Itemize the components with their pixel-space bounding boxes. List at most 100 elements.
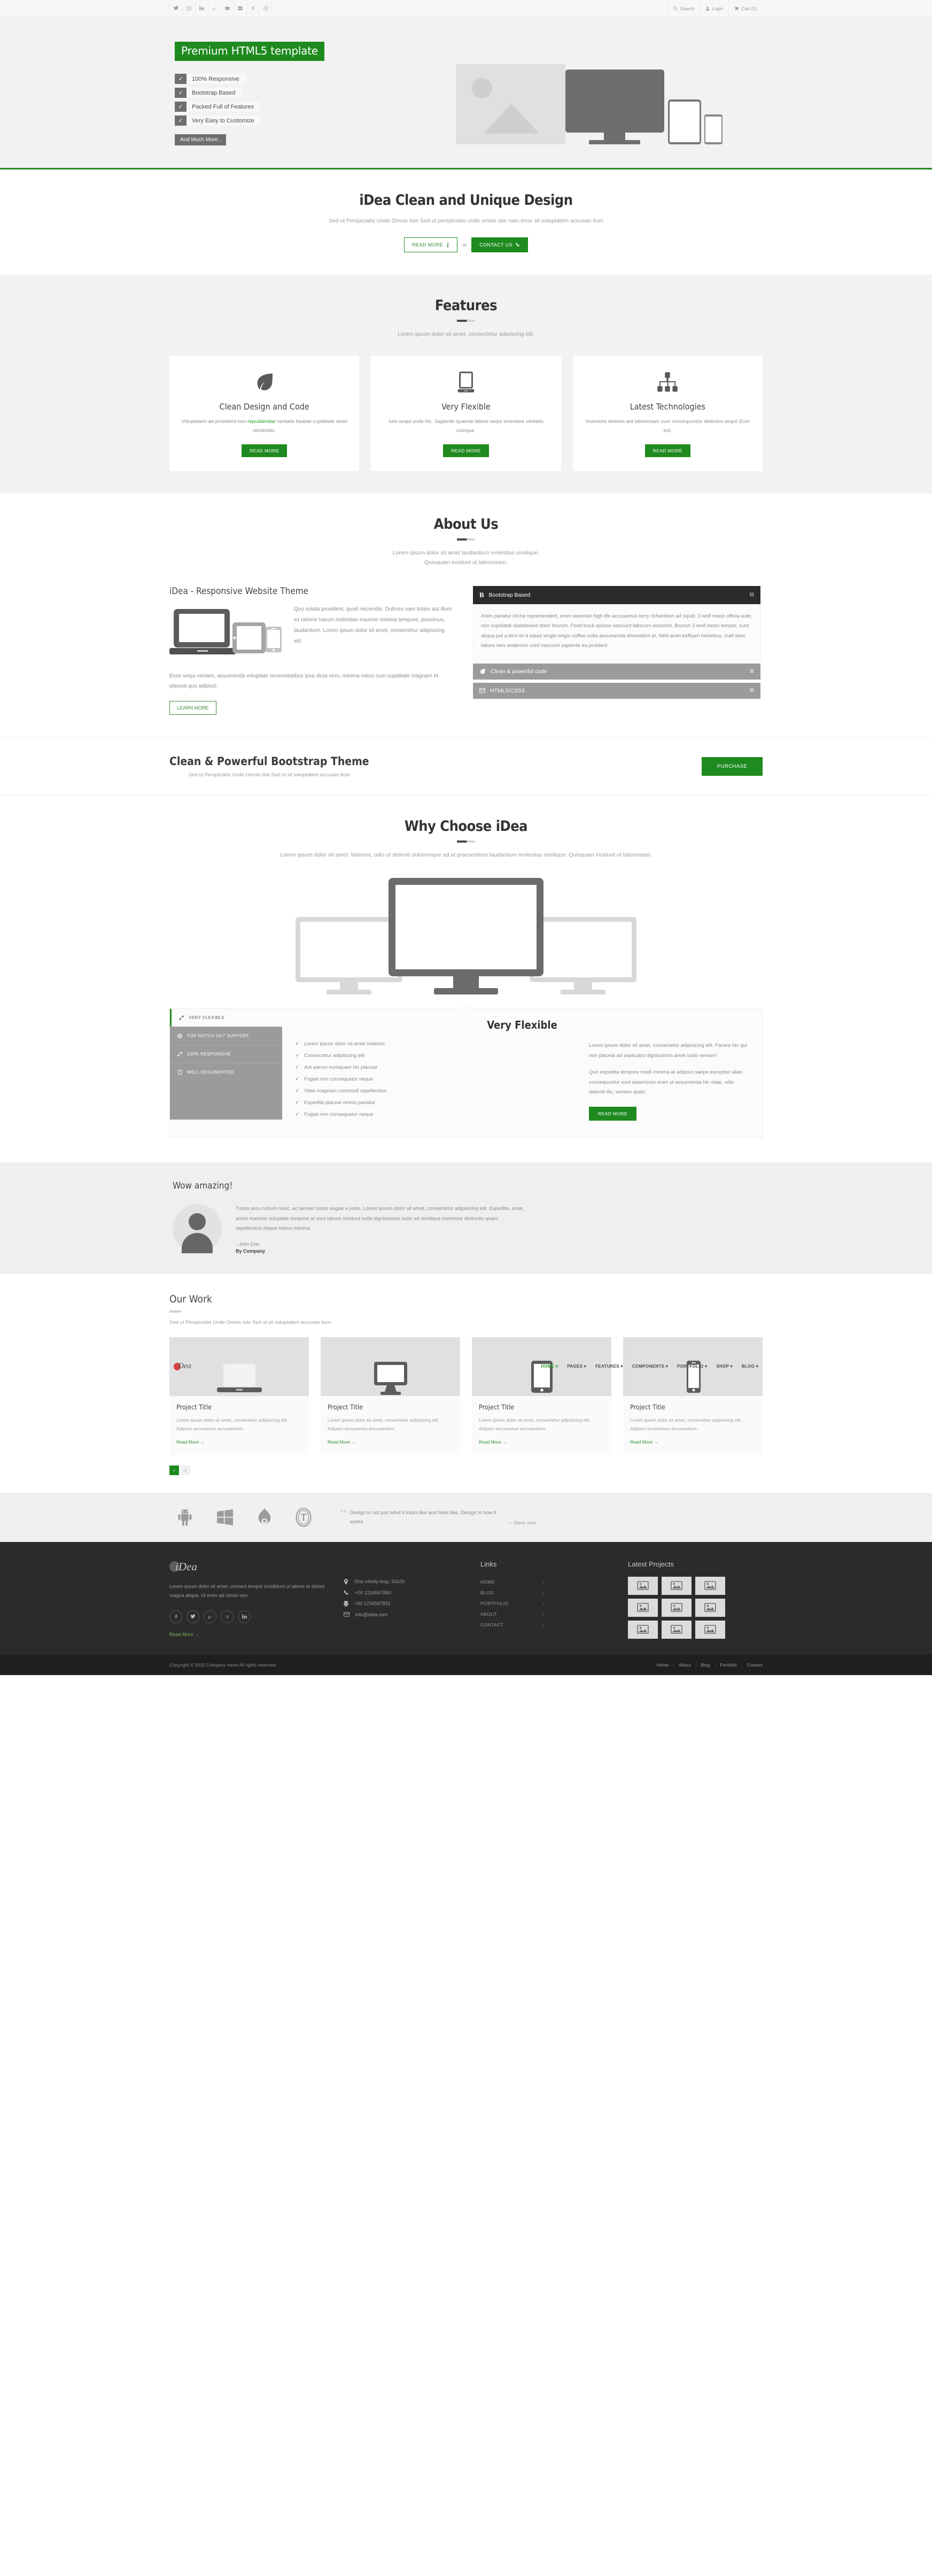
chevron-right-icon: › — [542, 1622, 545, 1628]
about-subtitle: Lorem ipsum dolor sit amet laudantium mo… — [392, 549, 540, 566]
flickr-icon[interactable] — [234, 0, 246, 17]
twitter-icon[interactable] — [187, 1610, 199, 1623]
tab-very-flexible[interactable]: VERY FLEXIBLE — [170, 1009, 282, 1027]
pager-prev-button[interactable]: ‹ — [169, 1465, 179, 1475]
skype-icon[interactable]: S — [221, 1610, 234, 1623]
footer-nav-about[interactable]: About — [674, 1662, 696, 1668]
google-plus-icon[interactable]: g+ — [208, 0, 221, 17]
project-card[interactable]: Project Title Lorem ipsum dolor sit amet… — [623, 1337, 763, 1455]
intro-subtitle: Sed ut Perspiciatis Unde Omnis Iste Sed … — [328, 218, 604, 224]
tab-paragraph-2: Quo expedita tempore modi minima at adip… — [589, 1069, 743, 1096]
footer-project-thumbnail[interactable] — [628, 1598, 658, 1617]
footer-project-thumbnail[interactable] — [662, 1598, 692, 1617]
accordion-label: Clean & powerful code — [491, 668, 547, 675]
footer-project-thumbnail[interactable] — [695, 1598, 725, 1617]
footer-link-blog[interactable]: BLOG › — [480, 1587, 545, 1598]
linkedin-icon[interactable] — [238, 1610, 251, 1623]
facebook-icon[interactable] — [169, 1610, 182, 1623]
learn-more-button[interactable]: LEARN MORE — [169, 700, 216, 715]
footer-project-thumbnail[interactable] — [628, 1576, 658, 1595]
footer-nav-home[interactable]: Home — [652, 1662, 674, 1668]
accordion-header-html5[interactable]: HTML5/CSS3 ⊞ — [473, 682, 760, 699]
youtube-icon[interactable] — [221, 0, 234, 17]
expand-icon[interactable]: ⊞ — [750, 688, 754, 693]
footer-project-thumbnail[interactable] — [628, 1620, 658, 1639]
footer-project-thumbnail[interactable] — [662, 1576, 692, 1595]
feature-read-more-button[interactable]: READ MORE — [443, 444, 489, 457]
login-button[interactable]: Login — [700, 0, 728, 17]
list-item-label: Aut earum numquam hic placeat — [304, 1065, 377, 1070]
accordion-header-bootstrap[interactable]: B Bootstrap Based ⊟ — [473, 585, 760, 604]
footer-project-thumbnail[interactable] — [695, 1576, 725, 1595]
footer-nav-contact[interactable]: Contact — [742, 1662, 763, 1668]
tab-label: 100% RESPONSIVE — [187, 1052, 231, 1056]
tab-well-documented[interactable]: WELL DOCUMENTED — [170, 1063, 282, 1081]
pinterest-icon[interactable] — [259, 0, 272, 17]
project-read-more-link[interactable]: Read More → — [328, 1439, 356, 1445]
facebook-icon[interactable] — [246, 0, 259, 17]
wordpress-icon — [296, 1507, 312, 1527]
chevron-right-icon: › — [542, 1611, 545, 1617]
footer-links-column: Links HOME › BLOG › PORTFOLIO › ABOUT › CONT… — [480, 1560, 614, 1639]
purchase-button[interactable]: PURCHASE — [702, 757, 763, 776]
footer-link-about[interactable]: ABOUT › — [480, 1609, 545, 1619]
check-icon: ✓ — [295, 1041, 299, 1047]
footer-link-label: ABOUT — [480, 1611, 498, 1617]
testimonial-author: - John Doe — [236, 1241, 260, 1247]
features-section: Features Lorem ipsum dolor sit amet, con… — [0, 275, 932, 493]
footer-link-portfolio[interactable]: PORTFOLIO › — [480, 1598, 545, 1609]
social-links: S g+ — [169, 0, 272, 17]
footer-link-contact[interactable]: CONTACT › — [480, 1619, 545, 1630]
pager-next-button[interactable]: › — [181, 1465, 190, 1475]
feature-read-more-label: READ MORE — [653, 448, 682, 453]
skype-icon[interactable]: S — [182, 0, 195, 17]
google-plus-icon[interactable]: g+ — [204, 1610, 216, 1623]
footer-project-thumbnail[interactable] — [662, 1620, 692, 1639]
expand-icon[interactable]: ⊞ — [750, 668, 754, 674]
project-read-more-link[interactable]: Read More → — [630, 1439, 658, 1445]
svg-text:S: S — [188, 7, 190, 10]
footer-contact-text: +00 1234567891 — [354, 1601, 391, 1607]
linkedin-icon[interactable] — [195, 0, 208, 17]
info-icon — [447, 242, 449, 248]
project-card[interactable]: Project Title Lorem ipsum dolor sit amet… — [472, 1337, 611, 1455]
search-label: Search — [680, 5, 695, 11]
check-icon: ✓ — [295, 1065, 299, 1070]
feature-card[interactable]: Very Flexible Iure sequi unde hic. Sapie… — [371, 355, 561, 471]
footer-bottom-nav: Home About Blog Portfolio Contact — [652, 1662, 763, 1668]
accordion-header-clean-code[interactable]: Clean & powerful code ⊞ — [473, 663, 760, 680]
project-card[interactable]: Project Title Lorem ipsum dolor sit amet… — [169, 1337, 309, 1455]
footer-link-home[interactable]: HOME › — [480, 1577, 545, 1587]
cart-button[interactable]: Cart (0) — [728, 0, 763, 17]
project-read-more-link[interactable]: Read More → — [479, 1439, 507, 1445]
footer-project-thumbnail[interactable] — [695, 1620, 725, 1639]
feature-read-more-button[interactable]: READ MORE — [644, 444, 690, 457]
feature-card-text: Voluptatem ad provident non repudiandae … — [180, 417, 348, 436]
monitor-icon — [565, 70, 664, 144]
tab-responsive[interactable]: 100% RESPONSIVE — [170, 1045, 282, 1063]
about-paragraph-2: Esse sequi veniam, assumenda voluptate n… — [169, 673, 439, 689]
footer-nav-portfolio[interactable]: Portfolio — [716, 1662, 742, 1668]
title-divider — [457, 538, 475, 541]
project-read-more-link[interactable]: Read More → — [176, 1439, 205, 1445]
feature-read-more-button[interactable]: READ MORE — [242, 444, 288, 457]
hero-badge: Premium HTML5 template — [175, 42, 324, 61]
search-button[interactable]: Search — [667, 0, 700, 17]
tab-panel-very-flexible: Very Flexible ✓ Lorem ipsum dolor sit ame… — [282, 1009, 762, 1137]
tab-paragraph-1: Lorem ipsum dolor sit amet, consectetur … — [589, 1043, 747, 1059]
footer-about-text: Lorem ipsum dolor sit amet, consect temp… — [169, 1583, 325, 1599]
footer-nav-blog[interactable]: Blog — [696, 1662, 716, 1668]
project-card[interactable]: Project Title Lorem ipsum dolor sit amet… — [321, 1337, 460, 1455]
footer-read-more-link[interactable]: Read More → — [169, 1632, 330, 1637]
tab-top-notch-support[interactable]: TOP NOTCH 24/7 SUPPORT — [170, 1027, 282, 1045]
image-icon — [704, 1603, 716, 1612]
footer-projects-column: Latest Projects — [628, 1560, 763, 1639]
read-more-button[interactable]: READ MORE — [404, 237, 458, 253]
feature-card[interactable]: Clean Design and Code Voluptatem ad prov… — [169, 355, 360, 471]
collapse-icon[interactable]: ⊟ — [750, 592, 754, 598]
tab-read-more-button[interactable]: READ MORE — [589, 1106, 637, 1121]
contact-us-button[interactable]: CONTACT US — [471, 237, 528, 253]
check-icon: ✓ — [295, 1100, 299, 1106]
twitter-icon[interactable] — [169, 0, 182, 17]
feature-card[interactable]: Latest Technologies Inventore dolores au… — [572, 355, 763, 471]
